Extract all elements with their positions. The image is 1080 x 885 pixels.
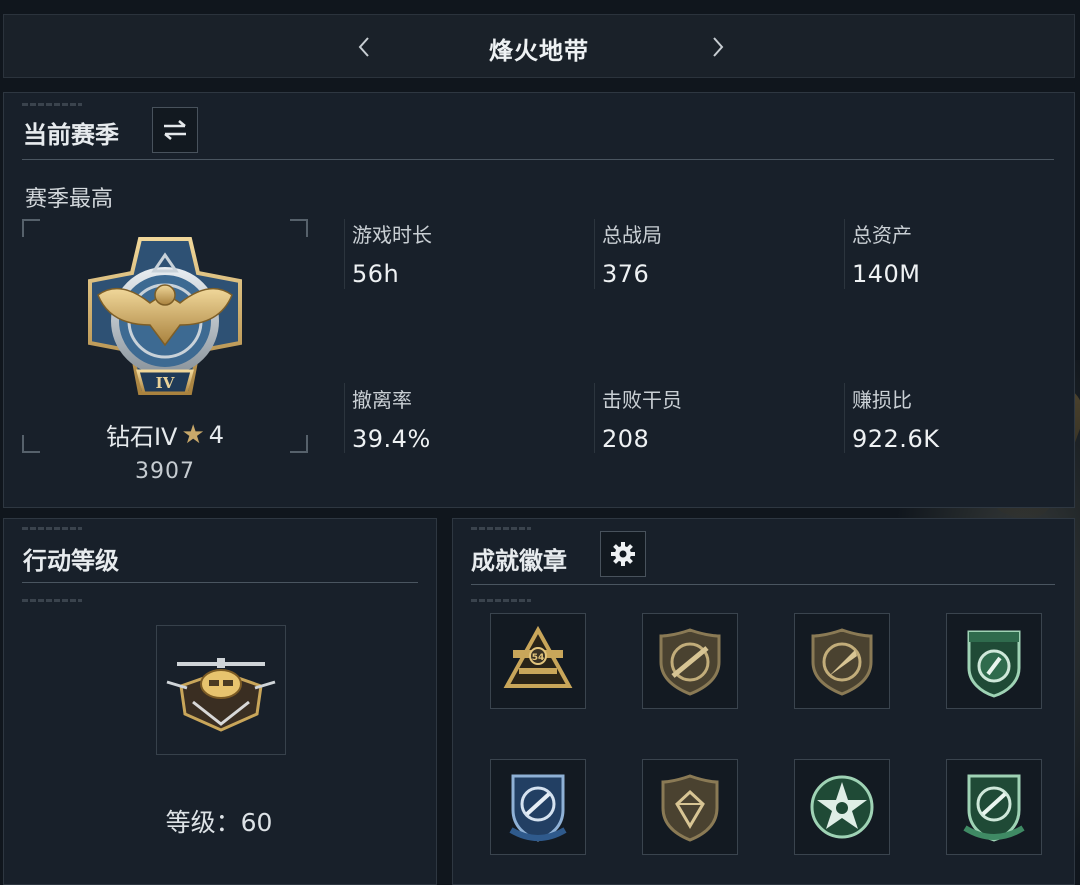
gold-54-badge-icon: 54 xyxy=(503,625,573,688)
stat-divider xyxy=(594,383,595,453)
stat-value: 39.4% xyxy=(352,425,431,453)
stat-total-matches: 总战局 376 xyxy=(602,219,832,288)
decor-tick xyxy=(471,599,531,602)
svg-text:IV: IV xyxy=(156,374,175,392)
stat-label: 赚损比 xyxy=(852,388,912,412)
achievement-badge-3[interactable] xyxy=(794,613,890,709)
stat-total-assets: 总资产 140M xyxy=(852,219,1080,288)
stat-playtime: 游戏时长 56h xyxy=(352,219,582,288)
decor-tick xyxy=(471,527,531,530)
mode-header: 烽火地带 xyxy=(3,14,1075,78)
stat-profit-loss-ratio: 赚损比 922.6K xyxy=(852,384,1080,453)
stat-value: 922.6K xyxy=(852,425,940,453)
diamond-eagle-emblem-icon: IV xyxy=(88,237,242,395)
rank-card: IV 钻石IV ★ 4 3907 xyxy=(22,219,308,484)
stat-value: 376 xyxy=(602,260,650,288)
green-rocket-badge-icon xyxy=(963,774,1025,842)
achievement-badge-4[interactable] xyxy=(946,613,1042,709)
season-switch-button[interactable] xyxy=(152,107,198,153)
star-icon: ★ xyxy=(181,419,205,450)
stat-divider xyxy=(844,219,845,289)
blue-missile-badge-icon xyxy=(509,774,567,842)
achievement-badge-2[interactable] xyxy=(642,613,738,709)
stat-extraction-rate: 撤离率 39.4% xyxy=(352,384,582,453)
achievement-title: 成就徽章 xyxy=(471,547,567,575)
green-missile-badge-icon xyxy=(967,630,1021,698)
level-divider xyxy=(22,582,418,583)
achievement-badge-8[interactable] xyxy=(946,759,1042,855)
level-value: 等级：60 xyxy=(165,808,273,837)
next-mode-button[interactable] xyxy=(704,33,732,61)
stat-label: 总战局 xyxy=(602,223,662,247)
decor-tick xyxy=(22,527,82,530)
stat-label: 游戏时长 xyxy=(352,223,432,247)
green-star-badge-icon xyxy=(810,775,874,839)
svg-text:54: 54 xyxy=(532,653,545,663)
stat-label: 总资产 xyxy=(852,223,912,247)
level-badge xyxy=(156,625,286,755)
achievement-badge-6[interactable] xyxy=(642,759,738,855)
frame-corner xyxy=(290,219,308,237)
season-panel: 当前赛季 赛季最高 IV 钻石IV ★ 4 3907 游戏时长 56h 总战局 … xyxy=(3,92,1075,508)
stat-operators-defeated: 击败干员 208 xyxy=(602,384,832,453)
stat-value: 56h xyxy=(352,260,400,288)
operation-level-panel: 行动等级 等级：60 xyxy=(3,518,437,885)
rank-name: 钻石IV ★ 4 xyxy=(22,417,308,452)
decor-tick xyxy=(22,599,82,602)
stat-value: 208 xyxy=(602,425,650,453)
rank-score: 3907 xyxy=(135,459,195,484)
achievement-badge-7[interactable] xyxy=(794,759,890,855)
season-divider xyxy=(22,159,1054,160)
stat-divider xyxy=(344,219,345,289)
mode-title: 烽火地带 xyxy=(489,37,589,65)
gear-icon xyxy=(611,542,635,566)
frame-corner xyxy=(22,219,40,237)
achievement-settings-button[interactable] xyxy=(600,531,646,577)
achievement-badge-5[interactable] xyxy=(490,759,586,855)
stat-divider xyxy=(594,219,595,289)
level-title: 行动等级 xyxy=(23,547,119,575)
stat-divider xyxy=(344,383,345,453)
achievement-divider xyxy=(471,584,1055,585)
chevron-right-icon xyxy=(713,37,724,57)
swap-icon xyxy=(164,120,186,140)
decor-tick xyxy=(22,103,82,106)
stat-label: 撤离率 xyxy=(352,388,412,412)
season-title: 当前赛季 xyxy=(23,121,119,149)
rifle-shield-badge-icon xyxy=(659,628,721,696)
rank-tier-label: 钻石IV xyxy=(105,423,178,451)
achievement-badge-1[interactable]: 54 xyxy=(490,613,586,709)
knife-shield-badge-icon xyxy=(811,628,873,696)
rank-stars: 4 xyxy=(208,420,225,449)
stat-value: 140M xyxy=(852,260,921,288)
stat-label: 击败干员 xyxy=(602,388,682,412)
achievement-panel: 成就徽章 54 xyxy=(452,518,1075,885)
stat-divider xyxy=(844,383,845,453)
season-best-label: 赛季最高 xyxy=(25,187,114,212)
diamond-shield-badge-icon xyxy=(661,774,719,842)
helicopter-badge-icon xyxy=(166,658,276,732)
